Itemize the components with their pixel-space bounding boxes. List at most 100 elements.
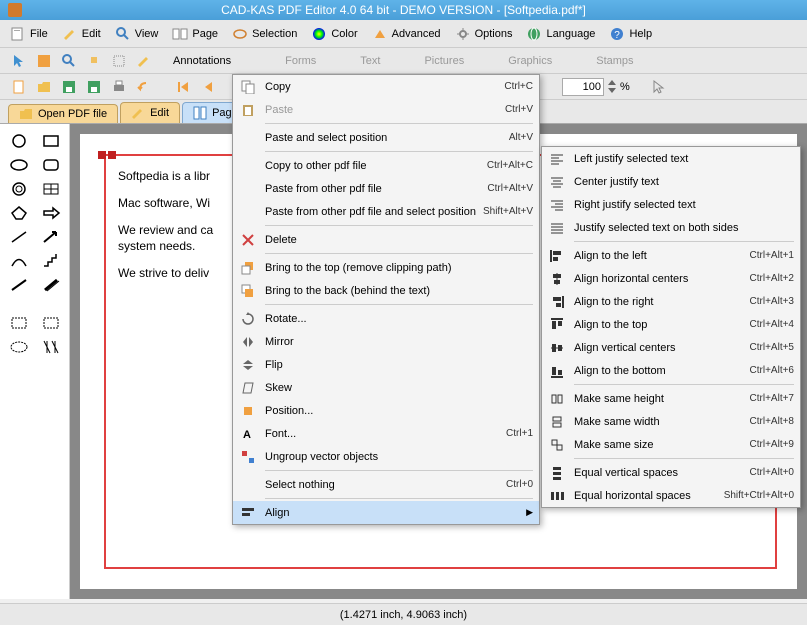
dashed-rect-tool[interactable] [38, 314, 64, 332]
menu-paste-other-sel[interactable]: Paste from other pdf file and select pos… [233, 200, 539, 223]
grid-tool[interactable] [38, 180, 64, 198]
menu-paste-other[interactable]: Paste from other pdf fileCtrl+Alt+V [233, 177, 539, 200]
menu-bring-top[interactable]: Bring to the top (remove clipping path) [233, 256, 539, 279]
align-top-icon [548, 316, 566, 334]
menu-color[interactable]: Color [311, 26, 357, 42]
circle-tool[interactable] [6, 132, 32, 150]
center-justify-icon [548, 173, 566, 191]
donut-tool[interactable] [6, 180, 32, 198]
submenu-center-justify[interactable]: Center justify text [542, 170, 800, 193]
undo-button[interactable] [133, 76, 155, 98]
pen-tool[interactable] [6, 276, 32, 294]
help-icon: ? [609, 26, 625, 42]
polygon-tool[interactable] [6, 204, 32, 222]
submenu-align-bottom[interactable]: Align to the bottomCtrl+Alt+6 [542, 359, 800, 382]
submenu-equal-v[interactable]: Equal vertical spacesCtrl+Alt+0 [542, 461, 800, 484]
roundrect-tool[interactable] [38, 156, 64, 174]
stamps-label[interactable]: Stamps [596, 55, 633, 67]
menu-paste: PasteCtrl+V [233, 98, 539, 121]
menu-options[interactable]: Options [455, 26, 513, 42]
submenu-align-top[interactable]: Align to the topCtrl+Alt+4 [542, 313, 800, 336]
dashed-ellipse-tool[interactable] [6, 338, 32, 356]
forms-label[interactable]: Forms [285, 55, 316, 67]
print-button[interactable] [108, 76, 130, 98]
tab-edit[interactable]: Edit [120, 102, 180, 123]
zoom-down-icon[interactable] [607, 87, 617, 95]
flip-icon [239, 356, 257, 374]
submenu-align-hc[interactable]: Align horizontal centersCtrl+Alt+2 [542, 267, 800, 290]
ungroup-icon [239, 448, 257, 466]
menu-bring-back[interactable]: Bring to the back (behind the text) [233, 279, 539, 302]
zoom-tool[interactable] [58, 50, 80, 72]
crop-tool[interactable] [108, 50, 130, 72]
caliper-tool[interactable] [38, 338, 64, 356]
menu-ungroup[interactable]: Ungroup vector objects [233, 445, 539, 468]
nav-prev-button[interactable] [198, 76, 220, 98]
marquee-tool[interactable] [6, 314, 32, 332]
submenu-left-justify[interactable]: Left justify selected text [542, 147, 800, 170]
submenu-right-justify[interactable]: Right justify selected text [542, 193, 800, 216]
menu-copy-other[interactable]: Copy to other pdf fileCtrl+Alt+C [233, 154, 539, 177]
hand-tool[interactable] [83, 50, 105, 72]
menu-paste-select-pos[interactable]: Paste and select positionAlt+V [233, 126, 539, 149]
zoom-input[interactable] [562, 78, 604, 96]
submenu-same-height[interactable]: Make same heightCtrl+Alt+7 [542, 387, 800, 410]
menu-rotate[interactable]: Rotate... [233, 307, 539, 330]
edit-tool[interactable] [133, 50, 155, 72]
pointer-tool[interactable] [8, 50, 30, 72]
rotate-icon [239, 310, 257, 328]
menu-page[interactable]: Page [172, 26, 218, 42]
resize-handle[interactable] [98, 151, 106, 159]
menu-file[interactable]: File [10, 26, 48, 42]
ellipse-tool[interactable] [6, 156, 32, 174]
pointer-icon[interactable] [648, 76, 670, 98]
brush-tool[interactable] [38, 276, 64, 294]
save-button[interactable] [58, 76, 80, 98]
menu-advanced[interactable]: Advanced [372, 26, 441, 42]
text-label[interactable]: Text [360, 55, 380, 67]
stairs-tool[interactable] [38, 252, 64, 270]
align-submenu: Left justify selected text Center justif… [541, 146, 801, 508]
submenu-align-vc[interactable]: Align vertical centersCtrl+Alt+5 [542, 336, 800, 359]
menu-select-nothing[interactable]: Select nothingCtrl+0 [233, 473, 539, 496]
zoom-up-icon[interactable] [607, 79, 617, 87]
menu-flip[interactable]: Flip [233, 353, 539, 376]
submenu-align-right[interactable]: Align to the rightCtrl+Alt+3 [542, 290, 800, 313]
graphics-label[interactable]: Graphics [508, 55, 552, 67]
align-right-icon [548, 293, 566, 311]
submenu-equal-h[interactable]: Equal horizontal spacesShift+Ctrl+Alt+0 [542, 484, 800, 507]
annotations-label[interactable]: Annotations [173, 55, 231, 67]
tab-open-pdf[interactable]: Open PDF file [8, 104, 118, 123]
menu-font[interactable]: AFont...Ctrl+1 [233, 422, 539, 445]
menu-edit[interactable]: Edit [62, 26, 101, 42]
save-as-button[interactable] [83, 76, 105, 98]
submenu-same-size[interactable]: Make same sizeCtrl+Alt+9 [542, 433, 800, 456]
open-button[interactable] [33, 76, 55, 98]
menu-align[interactable]: Align▶ [233, 501, 539, 524]
menu-delete[interactable]: Delete [233, 228, 539, 251]
resize-handle[interactable] [108, 151, 116, 159]
menu-copy[interactable]: CopyCtrl+C [233, 75, 539, 98]
new-button[interactable] [8, 76, 30, 98]
line-tool[interactable] [6, 228, 32, 246]
menu-selection[interactable]: Selection [232, 26, 297, 42]
menu-language[interactable]: Language [526, 26, 595, 42]
submenu-justify-both[interactable]: Justify selected text on both sides [542, 216, 800, 239]
page-icon [172, 26, 188, 42]
menu-mirror[interactable]: Mirror [233, 330, 539, 353]
submenu-same-width[interactable]: Make same widthCtrl+Alt+8 [542, 410, 800, 433]
nav-first-button[interactable] [173, 76, 195, 98]
menu-help[interactable]: ?Help [609, 26, 652, 42]
select-tool[interactable] [33, 50, 55, 72]
mirror-icon [239, 333, 257, 351]
pictures-label[interactable]: Pictures [424, 55, 464, 67]
menu-skew[interactable]: Skew [233, 376, 539, 399]
rect-tool[interactable] [38, 132, 64, 150]
menu-view[interactable]: View [115, 26, 159, 42]
arrow-tool[interactable] [38, 228, 64, 246]
paste-icon [239, 101, 257, 119]
submenu-align-left[interactable]: Align to the leftCtrl+Alt+1 [542, 244, 800, 267]
arrow-shape-tool[interactable] [38, 204, 64, 222]
curve-tool[interactable] [6, 252, 32, 270]
menu-position[interactable]: Position... [233, 399, 539, 422]
